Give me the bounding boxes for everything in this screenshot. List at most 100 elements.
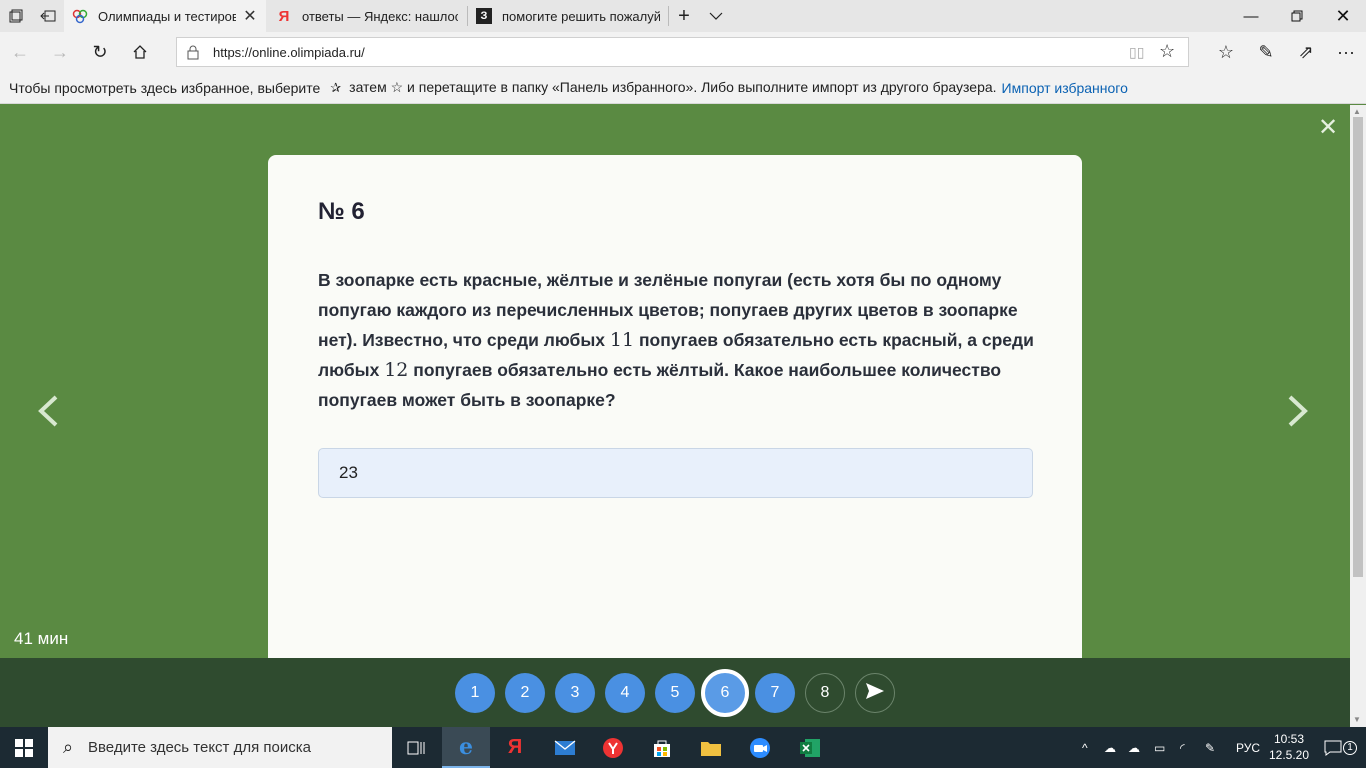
taskbar-search-box[interactable]: ⌕ Введите здесь текст для поиска [48,727,392,768]
question-card: № 6 В зоопарке есть красные, жёлтые и зе… [268,155,1082,658]
reading-view-icon[interactable]: ▯▯ [1129,44,1144,61]
question-button-label: 7 [770,684,780,701]
question-button-3[interactable]: 3 [555,673,595,713]
answer-value[interactable]: 23 [339,463,358,483]
question-button-label: 2 [520,684,530,701]
tab-title: помогите решить пожалуй [502,8,660,24]
scroll-down-arrow-icon[interactable]: ▼ [1353,715,1361,724]
more-menu-icon[interactable]: ··· [1326,32,1366,72]
set-aside-tabs-icon[interactable] [32,0,64,32]
question-button-label: 5 [670,684,680,701]
clock-time: 10:53 [1273,732,1305,746]
question-text: В зоопарке есть красные, жёлтые и зелёны… [318,265,1038,415]
favorites-hint-bar: Чтобы просмотреть здесь избранное, выбер… [0,72,1366,104]
question-button-label: 4 [620,684,630,701]
notification-count: 1 [1343,740,1357,755]
question-number-n1: 11 [609,329,635,351]
yandex-icon[interactable] [589,727,637,768]
home-icon[interactable] [120,32,160,72]
tab-actions-icon[interactable] [0,0,32,32]
question-navigation-bar: 1 2 3 4 5 6 7 8 [0,658,1350,727]
input-language-indicator[interactable]: РУС [1236,727,1260,768]
question-button-label: 8 [820,684,830,701]
send-icon [865,682,885,705]
timer-text: 41 мин [14,629,69,648]
tab-olimpiada[interactable]: Олимпиады и тестиров ✕ [64,0,266,32]
address-bar[interactable]: https://online.olimpiada.ru/ ▯▯ ☆ [176,37,1189,67]
tab-preview-chevron-icon[interactable] [700,0,732,32]
favorites-hub-icon[interactable]: ☆ [1206,32,1246,72]
yandex-favicon-icon: Я [278,7,290,25]
forward-icon[interactable]: → [40,32,80,72]
taskbar-search-placeholder[interactable]: Введите здесь текст для поиска [88,739,311,756]
new-tab-icon[interactable]: + [668,0,700,32]
question-button-1[interactable]: 1 [455,673,495,713]
yandex-browser-icon[interactable]: Я [491,727,539,768]
refresh-icon[interactable]: ↻ [80,32,120,72]
answer-input[interactable]: 23 [318,448,1033,498]
file-explorer-icon[interactable] [687,727,735,768]
lock-icon [187,45,201,61]
battery-icon[interactable]: ▭ [1154,727,1165,768]
favorites-hint-text-2: затем ☆ и перетащите в папку «Панель изб… [349,79,997,95]
question-button-label: 1 [470,684,480,701]
question-button-4[interactable]: 4 [605,673,645,713]
tab-title: Олимпиады и тестиров [98,8,236,24]
minimize-icon[interactable]: — [1228,0,1274,32]
olimpiada-favicon-icon [72,8,88,24]
microsoft-store-icon[interactable] [638,727,686,768]
scroll-up-arrow-icon[interactable]: ▲ [1353,107,1361,116]
favorites-hint-text: Чтобы просмотреть здесь избранное, выбер… [9,79,321,96]
wifi-icon[interactable]: ◜ [1180,727,1185,768]
show-hidden-icons-icon[interactable]: ^ [1082,727,1088,768]
language-label: РУС [1236,740,1261,755]
close-test-icon[interactable]: ✕ [1318,113,1338,142]
back-icon[interactable]: ← [0,32,40,72]
submit-send-button[interactable] [855,673,895,713]
tab-yandex[interactable]: Я ответы — Яндекс: нашлось [268,0,466,32]
windows-start-icon[interactable] [0,727,48,768]
pen-notes-icon[interactable]: ✎ [1246,32,1286,72]
question-button-2[interactable]: 2 [505,673,545,713]
question-button-6-current[interactable]: 6 [701,669,749,717]
share-icon[interactable]: ⇗ [1286,32,1326,72]
zoom-icon[interactable] [736,727,784,768]
close-window-icon[interactable]: ✕ [1320,0,1366,32]
import-favorites-link[interactable]: Импорт избранного [1002,80,1128,96]
network-error-icon[interactable]: ☁ [1128,727,1140,768]
navigation-bar: ← → ↻ https://online.olimpiada.ru/ ▯▯ ☆ … [0,32,1366,72]
next-question-arrow-icon[interactable] [1286,393,1310,438]
tab-znanija[interactable]: З помогите решить пожалуй [468,0,668,32]
network-status-icon[interactable]: ☁ [1104,727,1116,768]
clock-date: 12.5.20 [1268,748,1310,762]
excel-icon[interactable] [786,727,834,768]
mail-icon[interactable] [541,727,589,768]
add-favorite-star-icon[interactable]: ☆ [1159,41,1175,62]
page-scrollbar[interactable]: ▲ ▼ [1350,105,1366,727]
question-number: № 6 [318,198,365,225]
question-button-label: 6 [720,684,730,701]
tab-title: ответы — Яндекс: нашлось [302,8,458,24]
tab-strip: Олимпиады и тестиров ✕ Я ответы — Яндекс… [0,0,1366,32]
url-text[interactable]: https://online.olimpiada.ru/ [213,45,365,60]
pen-workspace-icon[interactable]: ✎ [1205,727,1215,768]
question-button-8[interactable]: 8 [805,673,845,713]
action-center-icon[interactable]: 1 [1324,727,1357,768]
prev-question-arrow-icon[interactable] [36,393,60,438]
question-button-5[interactable]: 5 [655,673,695,713]
clock[interactable]: 10:53 12.5.20 [1262,731,1316,763]
windows-taskbar: ⌕ Введите здесь текст для поиска e Я ^ ☁… [0,727,1366,768]
restore-icon[interactable] [1274,0,1320,32]
task-view-icon[interactable] [392,727,440,768]
question-number-n2: 12 [384,359,409,381]
search-icon: ⌕ [62,737,74,757]
znanija-favicon-icon: З [476,8,492,24]
olympiad-page: ✕ № 6 В зоопарке есть красные, жёлтые и … [0,105,1350,727]
scroll-thumb[interactable] [1353,117,1363,577]
question-button-7[interactable]: 7 [755,673,795,713]
question-button-label: 3 [570,684,580,701]
favorites-star-glyph-icon: ✰ [330,79,342,95]
question-text-part: попугаев обязательно есть жёлтый. Какое … [318,360,1002,410]
edge-browser-icon[interactable]: e [442,727,490,768]
tab-close-icon[interactable]: ✕ [242,6,258,26]
